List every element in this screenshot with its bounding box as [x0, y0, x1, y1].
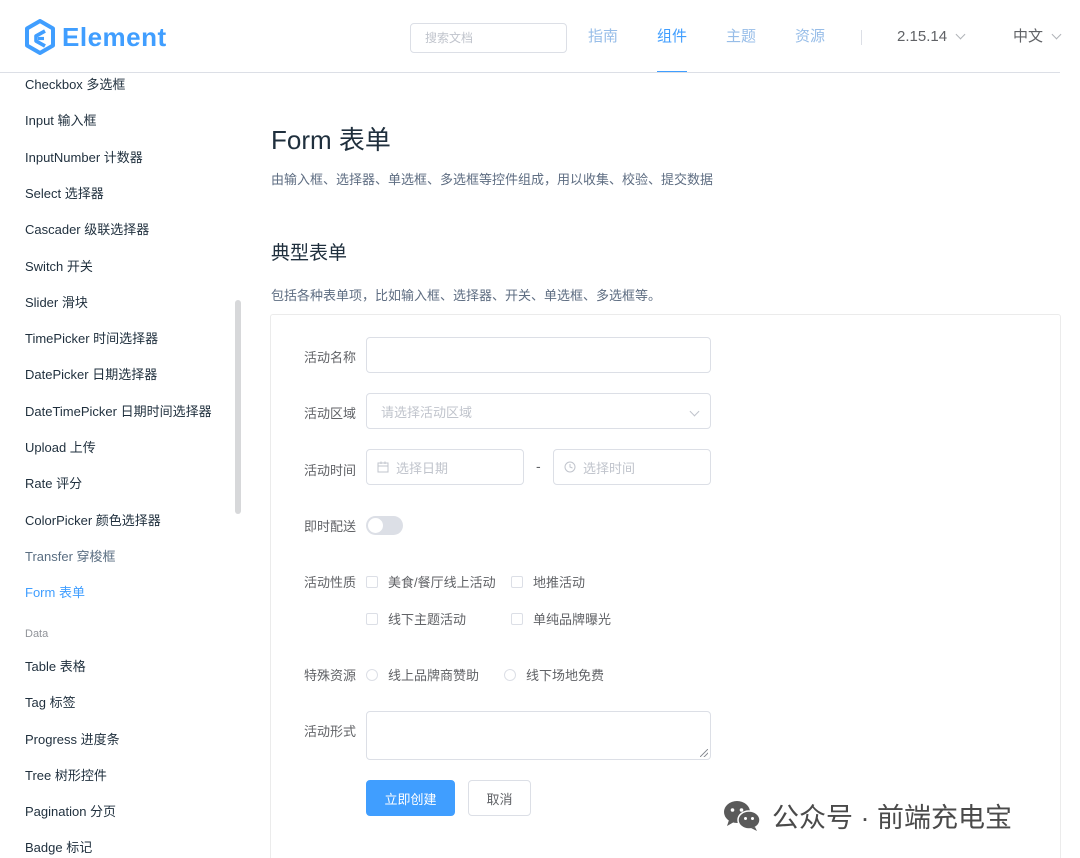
sidebar-item-table[interactable]: Table 表格	[25, 656, 86, 675]
brand-name: Element	[62, 21, 167, 52]
chevron-down-icon	[1051, 29, 1062, 40]
resource-radio-venue[interactable]: 线下场地免费	[504, 665, 604, 684]
checkbox-box	[366, 575, 378, 588]
activity-name-input[interactable]	[366, 337, 711, 373]
label-activity-time: 活动时间	[304, 463, 357, 478]
version-dropdown[interactable]: 2.15.14	[897, 0, 966, 74]
sidebar-item-timepicker[interactable]: TimePicker 时间选择器	[25, 328, 158, 347]
watermark-text: 公众号 · 前端充电宝	[772, 803, 1012, 833]
time-picker-input[interactable]: 选择时间	[553, 449, 711, 485]
activity-region-select[interactable]: 请选择活动区域	[366, 393, 711, 429]
sidebar-item-datetimepicker[interactable]: DateTimePicker 日期时间选择器	[25, 401, 212, 420]
clock-icon	[564, 461, 576, 473]
top-navbar: Element 指南 组件 主题 资源 2.15.14 中文	[0, 0, 1080, 74]
sidebar-item-progress[interactable]: Progress 进度条	[25, 729, 120, 748]
nav-component[interactable]: 组件	[657, 0, 688, 73]
type-checkbox-offline[interactable]: 线下主题活动	[366, 609, 466, 628]
sidebar-item-cascader[interactable]: Cascader 级联选择器	[25, 219, 149, 238]
resize-grip-icon[interactable]	[700, 749, 708, 757]
label-instant-delivery: 即时配送	[304, 519, 357, 534]
cancel-button[interactable]: 取消	[468, 780, 531, 816]
type-checkbox-brand[interactable]: 单纯品牌曝光	[511, 609, 611, 628]
sidebar-item-switch[interactable]: Switch 开关	[25, 256, 93, 275]
sidebar-item-input[interactable]: Input 输入框	[25, 110, 97, 129]
label-special-resource: 特殊资源	[304, 668, 357, 683]
label-activity-form: 活动形式	[304, 724, 357, 739]
create-button[interactable]: 立即创建	[366, 780, 455, 816]
checkbox-label: 美食/餐厅线上活动	[388, 575, 496, 590]
calendar-icon	[377, 461, 389, 473]
sidebar-item-select[interactable]: Select 选择器	[25, 183, 104, 202]
radio-circle	[366, 668, 378, 681]
nav-guide[interactable]: 指南	[588, 0, 618, 72]
version-label: 2.15.14	[897, 28, 948, 45]
sidebar-item-form[interactable]: Form 表单	[25, 582, 85, 601]
sidebar-item-checkbox[interactable]: Checkbox 多选框	[25, 74, 125, 93]
chevron-down-icon	[955, 29, 966, 40]
nav-theme[interactable]: 主题	[726, 0, 756, 72]
switch-knob	[368, 518, 383, 533]
watermark: 公众号 · 前端充电宝	[722, 796, 1012, 835]
language-label: 中文	[1013, 28, 1044, 45]
sidebar-item-pagination[interactable]: Pagination 分页	[25, 801, 116, 820]
sidebar-item-upload[interactable]: Upload 上传	[25, 437, 96, 456]
checkbox-label: 线下主题活动	[388, 612, 467, 627]
sidebar-item-tag[interactable]: Tag 标签	[25, 692, 76, 711]
sidebar-item-badge[interactable]: Badge 标记	[25, 837, 92, 856]
sidebar-group-data: Data	[25, 628, 49, 640]
checkbox-label: 地推活动	[533, 575, 586, 590]
nav-resource[interactable]: 资源	[795, 0, 825, 72]
sidebar-item-datepicker[interactable]: DatePicker 日期选择器	[25, 364, 157, 383]
section-title: 典型表单	[271, 243, 348, 264]
checkbox-box	[366, 612, 378, 625]
radio-circle	[504, 668, 516, 681]
radio-label: 线上品牌商赞助	[388, 668, 480, 683]
checkbox-label: 单纯品牌曝光	[533, 612, 612, 627]
label-activity-region: 活动区域	[304, 406, 357, 421]
sidebar-item-colorpicker[interactable]: ColorPicker 颜色选择器	[25, 510, 161, 529]
sidebar-item-transfer[interactable]: Transfer 穿梭框	[25, 546, 116, 565]
checkbox-box	[511, 612, 523, 625]
date-picker-input[interactable]: 选择日期	[366, 449, 524, 485]
search-input[interactable]	[410, 23, 567, 53]
page-title: Form 表单	[271, 125, 391, 155]
instant-delivery-switch[interactable]	[366, 516, 403, 535]
sidebar-scrollbar[interactable]	[235, 300, 241, 514]
chevron-down-icon	[689, 406, 700, 417]
sidebar: Checkbox 多选框 Input 输入框 InputNumber 计数器 S…	[0, 74, 240, 858]
time-placeholder: 选择时间	[583, 460, 636, 476]
element-logo[interactable]: Element	[24, 19, 167, 55]
checkbox-box	[511, 575, 523, 588]
date-placeholder: 选择日期	[396, 460, 449, 476]
type-checkbox-promotion[interactable]: 地推活动	[511, 572, 585, 591]
type-checkbox-food[interactable]: 美食/餐厅线上活动	[366, 572, 496, 591]
section-description: 包括各种表单项，比如输入框、选择器、开关、单选框、多选框等。	[271, 288, 662, 303]
element-hexagon-icon	[25, 19, 55, 55]
resource-radio-sponsor[interactable]: 线上品牌商赞助	[366, 665, 479, 684]
sidebar-item-slider[interactable]: Slider 滑块	[25, 292, 88, 311]
sidebar-item-inputnumber[interactable]: InputNumber 计数器	[25, 147, 143, 166]
label-activity-name: 活动名称	[304, 350, 357, 365]
radio-label: 线下场地免费	[526, 668, 605, 683]
sidebar-item-rate[interactable]: Rate 评分	[25, 473, 82, 492]
sidebar-item-tree[interactable]: Tree 树形控件	[25, 765, 107, 784]
activity-form-textarea[interactable]	[366, 711, 711, 760]
page-description: 由输入框、选择器、单选框、多选框等控件组成，用以收集、校验、提交数据	[271, 172, 714, 187]
label-activity-type: 活动性质	[304, 575, 357, 590]
wechat-icon	[724, 800, 761, 831]
language-dropdown[interactable]: 中文	[1013, 0, 1062, 74]
time-separator: -	[536, 458, 541, 474]
header-divider	[0, 72, 1060, 73]
nav-divider	[861, 30, 862, 45]
region-placeholder: 请选择活动区域	[381, 404, 473, 420]
